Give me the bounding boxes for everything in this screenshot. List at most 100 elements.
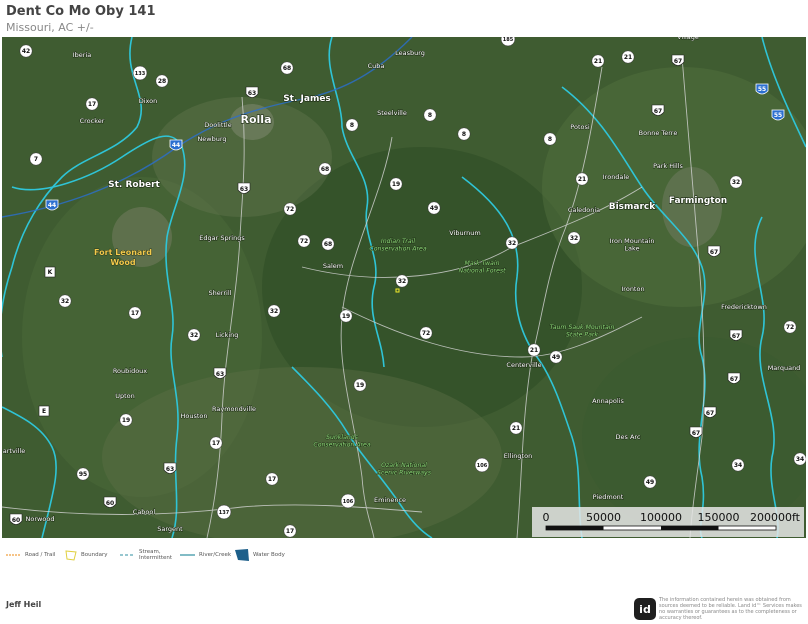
water-body-symbol-icon [235,549,249,561]
route-shield-label: 60 [12,517,20,524]
landid-logo-icon: id [634,598,656,620]
town-label-norwood: Norwood [26,515,55,523]
route-shield-label: 32 [270,308,278,315]
city-label-st-james: St. James [283,94,331,104]
route-shield-106a-icon: 106 [474,457,490,473]
route-shield-label: 49 [552,354,560,361]
route-shield-label: 21 [530,347,538,354]
route-shield-label: 44 [172,142,180,149]
legend-label: River/Creek [199,552,232,558]
route-shield-label: 72 [286,206,294,213]
route-shield-68a-icon: 68 [280,61,294,75]
route-shield-21c-icon: 21 [575,172,589,186]
route-shield-label: 34 [734,462,742,469]
town-label-edgar-springs: Edgar Springs [199,234,245,242]
legend-label: Boundary [81,552,108,558]
legend-label: Stream, Intermittent [139,549,173,561]
legend-label: Water Body [253,552,285,558]
town-label-irondale: Irondale [603,173,629,181]
river-creek-symbol-icon [180,554,195,556]
town-label-raymondville: Raymondville [212,405,256,413]
route-shield-label: 42 [22,48,30,55]
town-label-crocker: Crocker [80,117,105,125]
route-shield-17a-icon: 17 [85,97,99,111]
disclaimer-text: The information contained herein was obt… [659,597,802,621]
route-shield-label: 137 [219,510,230,516]
map-svg: 42 185 133 28 68 21 21 67 55 55 17 63 44 8 8 8 8 67 7 68 19 2… [2,37,806,538]
route-shield-7-icon: 7 [29,152,43,166]
route-shield-label: 8 [548,136,552,143]
route-shield-68b-icon: 68 [318,162,332,176]
route-shield-63d-icon: 63 [163,462,177,474]
scale-tick-label: 100000 [640,511,682,524]
route-shield-e-icon: E [38,405,50,417]
scale-ticks: 0 50000 100000 150000 200000ft [543,511,801,524]
area-label-sunklands: Sunklands [326,434,359,441]
route-shield-60b-icon: 60 [9,513,23,525]
area-label-mark-twain: Mark Twain [465,260,500,267]
town-label-piedmont: Piedmont [593,493,624,501]
route-shield-label: 17 [286,528,294,535]
area-label-sunklands: Conservation Area [313,441,370,449]
route-shield-60a-icon: 60 [103,496,117,508]
stream-symbol-icon [120,554,135,556]
route-shield-34b-icon: 34 [793,452,806,466]
map-legend: Road / Trail Boundary Stream, Intermitte… [6,547,306,567]
route-shield-label: 7 [34,156,38,163]
route-shield-67b-icon: 67 [651,104,665,116]
route-shield-19b-icon: 19 [339,309,353,323]
route-shield-67f-icon: 67 [703,406,717,418]
route-shield-55a-icon: 55 [755,83,769,95]
legend-item-stream: Stream, Intermittent [120,547,172,563]
map-subtitle: Missouri, AC +/- [6,21,94,34]
route-shield-17e-icon: 17 [283,524,297,538]
town-label-artville: artville [3,447,25,455]
town-label-roubidoux: Roubidoux [113,367,147,375]
route-shield-label: 28 [158,78,166,85]
boundary-symbol-icon [65,550,77,561]
town-label-eminence: Eminence [374,496,406,504]
area-label-fort-leonard-wood: Wood [110,258,136,267]
town-label-salem: Salem [323,262,343,270]
route-shield-32f-icon: 32 [267,304,281,318]
route-shield-label: 106 [477,463,488,469]
area-label-indian-trail: Conservation Area [369,245,426,253]
town-label-upton: Upton [115,392,135,400]
route-shield-label: 19 [392,181,400,188]
route-shield-label: 67 [732,333,740,340]
route-shield-label: 67 [654,108,662,115]
route-shield-label: 32 [190,332,198,339]
route-shield-17b-icon: 17 [128,306,142,320]
area-label-ozark-riverways: Scenic Riverways [377,470,432,477]
route-shield-label: 67 [674,58,682,65]
town-label-viburnum: Viburnum [449,229,480,237]
town-label-doolittle: Doolittle [204,121,231,129]
route-shield-label: 19 [356,382,364,389]
town-label-steelville: Steelville [377,109,407,117]
route-shield-19a-icon: 19 [389,177,403,191]
town-label-houston: Houston [180,412,207,420]
route-shield-label: 19 [342,313,350,320]
route-shield-label: 72 [300,238,308,245]
town-label-centerville: Centerville [506,361,541,369]
route-shield-label: 8 [350,122,354,129]
map-canvas[interactable]: 42 185 133 28 68 21 21 67 55 55 17 63 44 8 8 8 8 67 7 68 19 2… [2,37,806,538]
scale-tick-label: 0 [543,511,550,524]
route-shield-49c-icon: 49 [643,475,657,489]
route-shield-32e-icon: 32 [58,294,72,308]
route-shield-28-icon: 28 [155,74,169,88]
route-shield-32g-icon: 32 [187,328,201,342]
route-shield-label: 63 [248,90,256,97]
route-shield-k-icon: K [44,266,56,278]
town-label-dixon: Dixon [139,97,158,105]
route-shield-68c-icon: 68 [321,237,335,251]
route-shield-72a-icon: 72 [283,202,297,216]
route-shield-17c-icon: 17 [209,436,223,450]
route-shield-95-icon: 95 [76,467,90,481]
area-label-taum-sauk: State Park [566,331,598,339]
town-label-marquand: Marquand [768,364,801,372]
city-label-rolla: Rolla [241,113,272,126]
route-shield-44b-icon: 44 [45,199,59,211]
route-shield-72c-icon: 72 [419,326,433,340]
route-shield-label: 8 [428,112,432,119]
